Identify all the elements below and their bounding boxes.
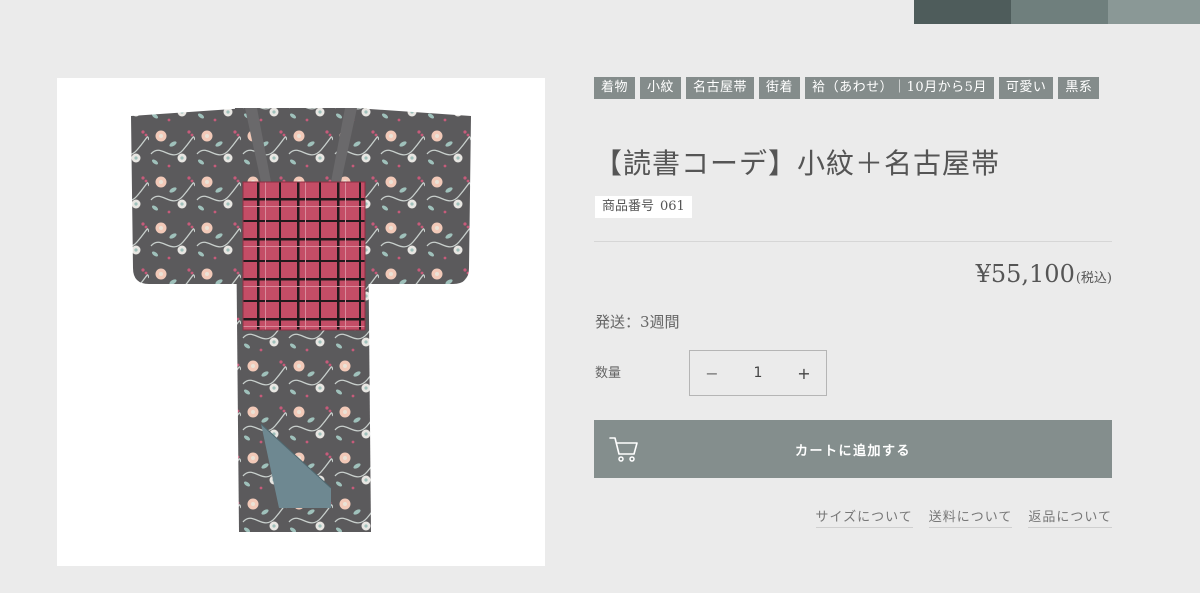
product-tag-list: 着物 小紋 名古屋帯 街着 袷（あわせ）｜10月から5月 可愛い 黒系 <box>594 77 1114 99</box>
quantity-stepper: − + <box>689 350 827 396</box>
product-tag[interactable]: 黒系 <box>1058 77 1100 99</box>
add-to-cart-button[interactable]: カートに追加する <box>594 420 1112 478</box>
color-swatch-light <box>1108 0 1200 24</box>
product-tag[interactable]: 着物 <box>594 77 636 99</box>
sku-value: 061 <box>660 199 685 214</box>
product-image[interactable] <box>57 78 545 566</box>
color-swatch-bar <box>914 0 1200 24</box>
color-swatch-medium <box>1011 0 1108 24</box>
quantity-decrease-button[interactable]: − <box>690 351 734 395</box>
add-to-cart-label: カートに追加する <box>794 443 911 459</box>
returns-link[interactable]: 返品について <box>1028 506 1112 528</box>
quantity-increase-button[interactable]: + <box>782 351 826 395</box>
info-links: サイズについて 送料について 返品について <box>815 506 1112 528</box>
divider <box>594 241 1112 242</box>
color-swatch-dark <box>914 0 1011 24</box>
product-tag[interactable]: 名古屋帯 <box>686 77 755 99</box>
price-tax-note: (税込) <box>1075 271 1112 286</box>
shipping-info: 発送：3週間 <box>595 313 680 331</box>
product-title: 【読書コーデ】小紋＋名古屋帯 <box>594 147 1001 180</box>
price-value: ¥55,100 <box>975 260 1075 288</box>
sku-label: 商品番号 <box>602 199 655 214</box>
product-price: ¥55,100(税込) <box>976 260 1112 288</box>
product-sku: 商品番号 061 <box>595 196 692 218</box>
quantity-input[interactable] <box>735 365 781 381</box>
product-tag[interactable]: 街着 <box>759 77 801 99</box>
shopping-cart-icon <box>609 437 638 462</box>
product-tag[interactable]: 袷（あわせ）｜10月から5月 <box>805 77 994 99</box>
kimono-illustration <box>131 108 471 532</box>
size-info-link[interactable]: サイズについて <box>815 506 913 528</box>
product-tag[interactable]: 可愛い <box>998 77 1054 99</box>
quantity-label: 数量 <box>595 366 622 381</box>
product-tag[interactable]: 小紋 <box>640 77 682 99</box>
shipping-fee-link[interactable]: 送料について <box>928 506 1013 528</box>
